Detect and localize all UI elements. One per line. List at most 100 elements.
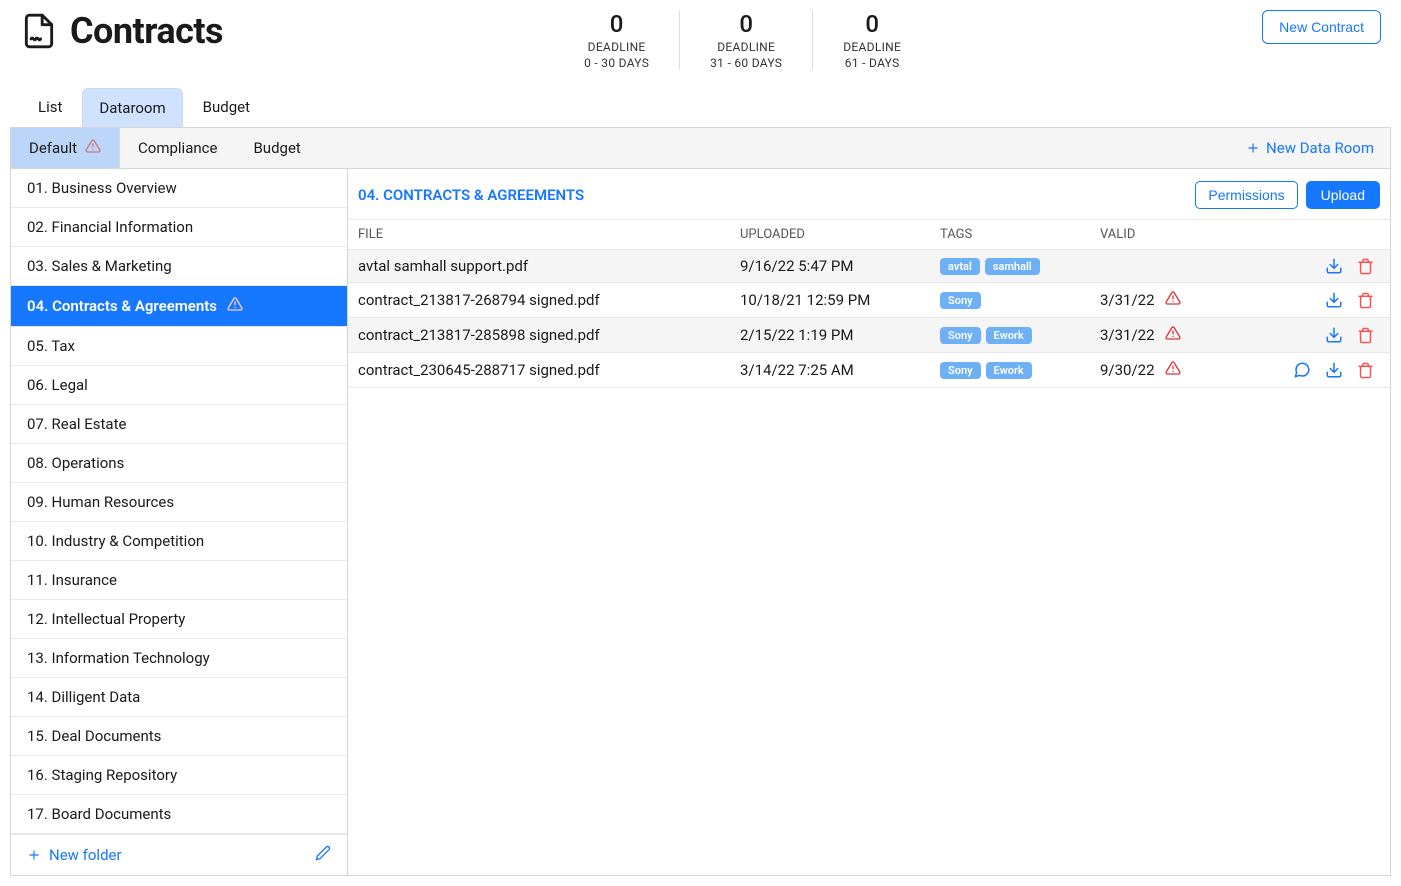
dataroom-panel: Default Compliance Budget New Data Room 01.… <box>10 127 1391 876</box>
folder-item[interactable]: 16. Staging Repository <box>11 756 347 795</box>
folder-label: 16. Staging Repository <box>27 766 177 784</box>
download-icon[interactable] <box>1325 361 1343 379</box>
folder-label: 15. Deal Documents <box>27 727 161 745</box>
file-valid: 3/31/22 <box>1100 290 1260 310</box>
title-block: Contracts <box>20 10 223 52</box>
folder-label: 01. Business Overview <box>27 179 177 197</box>
upload-button[interactable]: Upload <box>1306 181 1380 209</box>
section-title: 04. CONTRACTS & AGREEMENTS <box>358 186 584 204</box>
sub-tab-compliance[interactable]: Compliance <box>120 128 235 168</box>
folder-item[interactable]: 08. Operations <box>11 444 347 483</box>
deadline-count: 0 <box>710 10 782 38</box>
delete-icon[interactable] <box>1357 327 1374 344</box>
file-uploaded: 3/14/22 7:25 AM <box>740 361 940 379</box>
folder-label: 03. Sales & Marketing <box>27 257 172 275</box>
file-table: FILE UPLOADED TAGS VALID avtal samhall s… <box>348 219 1390 388</box>
edit-folders-button[interactable] <box>315 845 331 865</box>
warning-icon <box>1165 290 1181 310</box>
file-row[interactable]: contract_230645-288717 signed.pdf 3/14/2… <box>348 353 1390 388</box>
file-tags: avtal samhall <box>940 258 1100 275</box>
tag: Ework <box>986 327 1032 344</box>
folder-item[interactable]: 13. Information Technology <box>11 639 347 678</box>
deadline-range: 61 - DAYS <box>843 56 901 70</box>
new-folder-label: New folder <box>49 846 122 864</box>
sub-tab-default[interactable]: Default <box>11 128 120 168</box>
file-row[interactable]: contract_213817-285898 signed.pdf 2/15/2… <box>348 318 1390 353</box>
folder-item[interactable]: 10. Industry & Competition <box>11 522 347 561</box>
file-row[interactable]: contract_213817-268794 signed.pdf 10/18/… <box>348 283 1390 318</box>
folder-item[interactable]: 17. Board Documents <box>11 795 347 834</box>
folder-label: 08. Operations <box>27 454 124 472</box>
deadline-label: DEADLINE <box>710 40 782 54</box>
deadline-card: 0 DEADLINE 61 - DAYS <box>813 10 931 70</box>
file-name: contract_230645-288717 signed.pdf <box>358 361 740 379</box>
folder-label: 09. Human Resources <box>27 493 174 511</box>
folder-label: 17. Board Documents <box>27 805 171 823</box>
deadline-card: 0 DEADLINE 31 - 60 DAYS <box>680 10 813 70</box>
deadline-range: 0 - 30 DAYS <box>584 56 649 70</box>
main-tab-list[interactable]: List <box>22 88 78 127</box>
folder-item[interactable]: 15. Deal Documents <box>11 717 347 756</box>
new-dataroom-button[interactable]: New Data Room <box>1230 128 1390 168</box>
folder-item[interactable]: 05. Tax <box>11 327 347 366</box>
folder-item[interactable]: 02. Financial Information <box>11 208 347 247</box>
main-tabs: ListDataroomBudget <box>0 70 1401 127</box>
folder-label: 12. Intellectual Property <box>27 610 185 628</box>
tag: avtal <box>940 258 980 275</box>
contracts-icon <box>20 12 58 50</box>
sub-tab-budget[interactable]: Budget <box>235 128 318 168</box>
folder-sidebar: 01. Business Overview 02. Financial Infor… <box>11 169 348 875</box>
row-actions <box>1260 361 1380 379</box>
folder-item[interactable]: 01. Business Overview <box>11 169 347 208</box>
file-tags: SonyEwork <box>940 327 1100 344</box>
new-contract-button[interactable]: New Contract <box>1262 10 1381 44</box>
col-file: FILE <box>358 227 740 242</box>
sub-tab-label: Compliance <box>138 139 217 157</box>
folder-item[interactable]: 11. Insurance <box>11 561 347 600</box>
main-tab-budget[interactable]: Budget <box>187 88 266 127</box>
delete-icon[interactable] <box>1357 292 1374 309</box>
download-icon[interactable] <box>1325 291 1343 309</box>
folder-item[interactable]: 14. Dilligent Data <box>11 678 347 717</box>
sub-tab-label: Budget <box>253 139 300 157</box>
delete-icon[interactable] <box>1357 258 1374 275</box>
folder-item[interactable]: 07. Real Estate <box>11 405 347 444</box>
file-tags: SonyEwork <box>940 362 1100 379</box>
new-folder-button[interactable]: New folder <box>27 846 122 864</box>
folder-item[interactable]: 12. Intellectual Property <box>11 600 347 639</box>
folder-item[interactable]: 09. Human Resources <box>11 483 347 522</box>
main-tab-dataroom[interactable]: Dataroom <box>82 88 182 127</box>
tag: Sony <box>940 292 981 309</box>
file-name: avtal samhall support.pdf <box>358 257 740 275</box>
warning-icon <box>85 138 101 158</box>
col-uploaded: UPLOADED <box>740 227 940 242</box>
folder-item[interactable]: 04. Contracts & Agreements <box>11 286 347 327</box>
page-title: Contracts <box>70 10 223 52</box>
file-uploaded: 2/15/22 1:19 PM <box>740 326 940 344</box>
file-valid: 3/31/22 <box>1100 325 1260 345</box>
tag: samhall <box>985 258 1040 275</box>
main-content: 04. CONTRACTS & AGREEMENTS Permissions U… <box>348 169 1390 875</box>
folder-label: 02. Financial Information <box>27 218 193 236</box>
download-icon[interactable] <box>1325 257 1343 275</box>
col-valid: VALID <box>1100 227 1260 242</box>
download-icon[interactable] <box>1325 326 1343 344</box>
tag: Sony <box>940 362 981 379</box>
folder-label: 06. Legal <box>27 376 88 394</box>
deadline-range: 31 - 60 DAYS <box>710 56 782 70</box>
folder-label: 11. Insurance <box>27 571 117 589</box>
warning-icon <box>1165 360 1181 380</box>
file-row[interactable]: avtal samhall support.pdf 9/16/22 5:47 P… <box>348 250 1390 283</box>
permissions-button[interactable]: Permissions <box>1195 181 1297 209</box>
folder-label: 13. Information Technology <box>27 649 210 667</box>
col-tags: TAGS <box>940 227 1100 242</box>
row-actions <box>1260 291 1380 309</box>
folder-label: 07. Real Estate <box>27 415 126 433</box>
folder-item[interactable]: 06. Legal <box>11 366 347 405</box>
deadline-label: DEADLINE <box>584 40 649 54</box>
delete-icon[interactable] <box>1357 362 1374 379</box>
chat-icon[interactable] <box>1293 361 1311 379</box>
warning-icon <box>1165 325 1181 345</box>
deadline-card: 0 DEADLINE 0 - 30 DAYS <box>554 10 680 70</box>
folder-item[interactable]: 03. Sales & Marketing <box>11 247 347 286</box>
